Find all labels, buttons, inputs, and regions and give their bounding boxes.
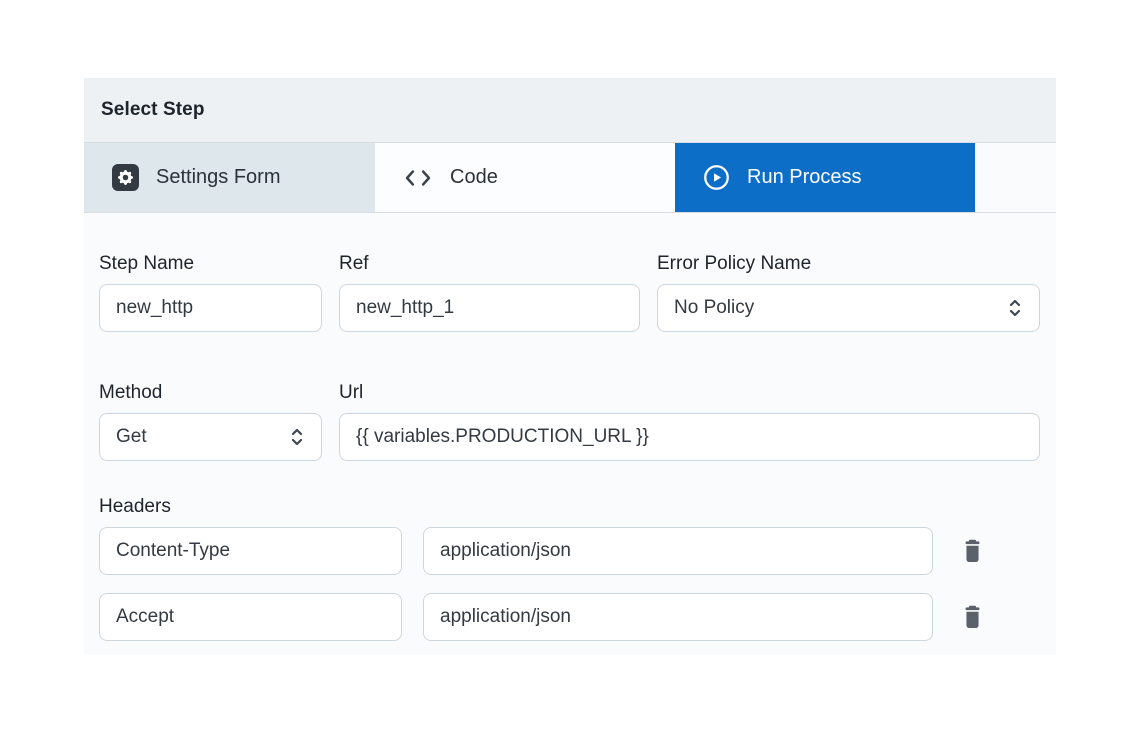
header-row <box>99 593 1040 641</box>
error-policy-select[interactable]: No Policy <box>657 284 1040 332</box>
tab-code-label: Code <box>450 166 498 189</box>
panel-header: Select Step <box>84 78 1056 143</box>
error-policy-value: No Policy <box>674 297 754 319</box>
gear-icon <box>112 164 139 191</box>
tab-code[interactable]: Code <box>375 143 675 212</box>
delete-header-button[interactable] <box>954 597 990 637</box>
header-row <box>99 527 1040 575</box>
delete-header-button[interactable] <box>954 531 990 571</box>
method-select[interactable]: Get <box>99 413 322 461</box>
step-name-input[interactable] <box>99 284 322 332</box>
tab-bar: Settings Form Code Run Process <box>84 143 1056 213</box>
url-input[interactable] <box>339 413 1040 461</box>
headers-section-label: Headers <box>99 496 1040 518</box>
header-key-input[interactable] <box>99 593 402 641</box>
tab-run-process[interactable]: Run Process <box>675 143 975 212</box>
tab-settings-form-label: Settings Form <box>156 166 280 189</box>
url-field: Url <box>339 382 1040 461</box>
url-label: Url <box>339 382 1040 404</box>
chevron-up-down-icon <box>1007 297 1023 319</box>
chevron-up-down-icon <box>289 426 305 448</box>
step-name-field: Step Name <box>99 253 322 332</box>
ref-input[interactable] <box>339 284 640 332</box>
settings-form-content: Step Name Ref Error Policy Name No Polic… <box>84 213 1056 655</box>
code-icon <box>403 169 433 187</box>
header-value-input[interactable] <box>423 527 933 575</box>
method-label: Method <box>99 382 322 404</box>
header-value-input[interactable] <box>423 593 933 641</box>
tab-bar-filler <box>975 143 1056 212</box>
error-policy-label: Error Policy Name <box>657 253 1040 275</box>
form-row-request: Method Get Url <box>99 382 1040 461</box>
ref-field: Ref <box>339 253 640 332</box>
tab-settings-form[interactable]: Settings Form <box>84 143 375 212</box>
panel-title: Select Step <box>101 99 205 121</box>
select-step-panel: Select Step Settings Form Code <box>84 78 1056 655</box>
error-policy-field: Error Policy Name No Policy <box>657 253 1040 332</box>
method-field: Method Get <box>99 382 322 461</box>
ref-label: Ref <box>339 253 640 275</box>
method-value: Get <box>116 426 147 448</box>
trash-icon <box>962 539 983 563</box>
form-row-identity: Step Name Ref Error Policy Name No Polic… <box>99 253 1040 332</box>
tab-run-process-label: Run Process <box>747 166 862 189</box>
play-circle-icon <box>703 164 730 191</box>
step-name-label: Step Name <box>99 253 322 275</box>
trash-icon <box>962 605 983 629</box>
header-key-input[interactable] <box>99 527 402 575</box>
